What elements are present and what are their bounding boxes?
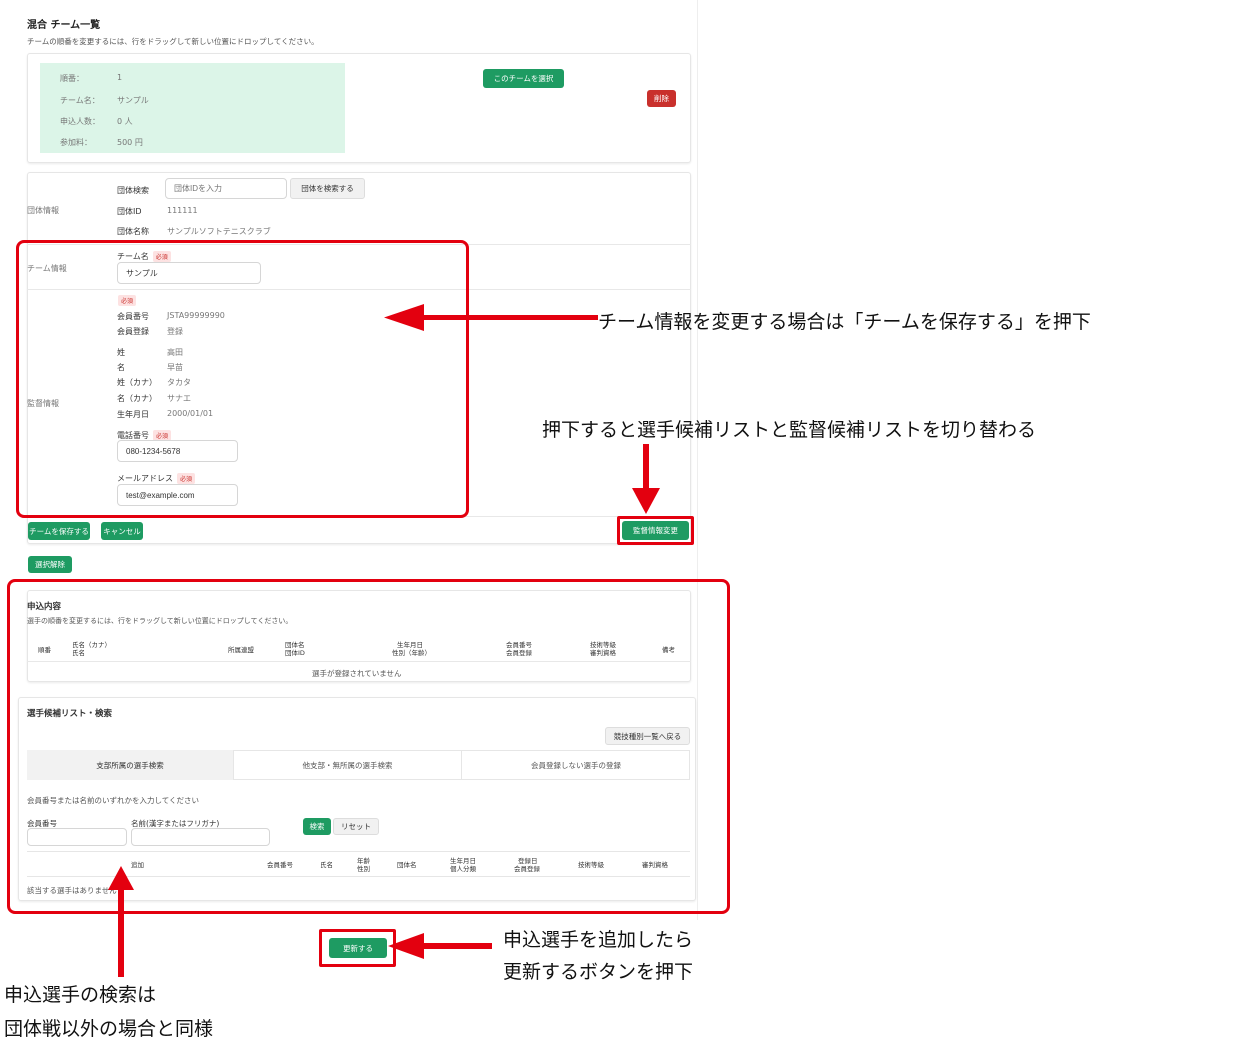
toggle-arrow-head xyxy=(632,488,660,514)
update-arrow-head xyxy=(388,933,424,959)
annotation-toggle: 押下すると選手候補リストと監督候補リストを切り替わる xyxy=(542,419,1037,441)
team-arrow-shaft xyxy=(420,315,598,320)
annotation-update-line1: 申込選手を追加したら xyxy=(503,929,694,951)
search-arrow-shaft xyxy=(118,885,124,977)
update-arrow-shaft xyxy=(420,943,492,949)
team-arrow-head xyxy=(384,304,424,331)
annotation-update-line2: 更新するボタンを押下 xyxy=(503,961,694,983)
annotation-arrows xyxy=(108,304,660,977)
annotation-search-line1: 申込選手の検索は xyxy=(4,984,157,1006)
toggle-arrow-shaft xyxy=(643,444,649,494)
search-arrow-head xyxy=(108,866,134,890)
annotation-search-line2: 団体戦以外の場合と同様 xyxy=(4,1018,214,1040)
annotation-team-info: チーム情報を変更する場合は「チームを保存する」を押下 xyxy=(598,311,1091,333)
